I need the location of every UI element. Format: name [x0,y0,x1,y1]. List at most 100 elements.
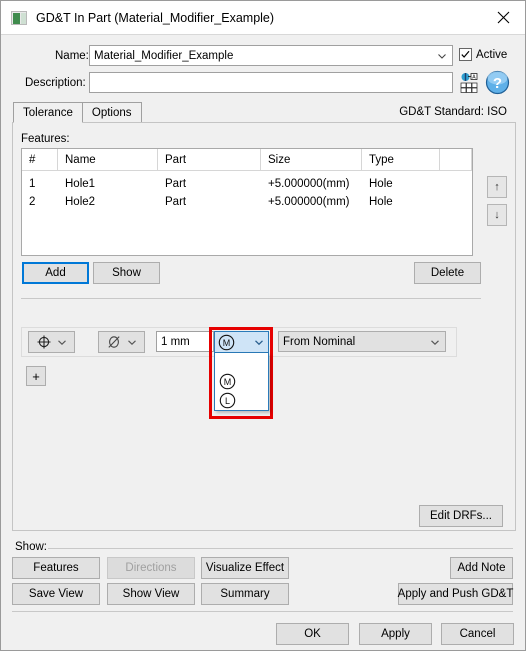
dropdown-option-blank[interactable] [215,353,268,372]
arrow-up-icon: ↑ [494,181,500,193]
cell-part: Part [165,178,187,190]
add-tolerance-row-button[interactable]: + [26,366,46,386]
move-up-button[interactable]: ↑ [487,176,507,198]
summary-button[interactable]: Summary [201,583,289,605]
add-button[interactable]: Add [22,262,89,284]
active-label: Active [476,48,508,61]
add-note-label: Add Note [457,562,506,574]
svg-text:?: ? [493,75,502,92]
col-size: Size [261,148,362,171]
tolerance-value-input[interactable]: 1 mm [156,331,214,352]
checkbox-icon [459,48,472,61]
save-view-label: Save View [28,588,84,600]
chevron-down-icon [58,340,66,345]
circled-m-icon: M [218,334,235,350]
circled-l-icon: L [219,392,236,409]
col-name: Name [58,148,158,171]
cell-name: Hole1 [65,178,96,190]
table-row[interactable]: 1 Hole1 Part +5.000000(mm) Hole [22,175,472,193]
show-directions-label: Directions [125,562,177,574]
description-label: Description: [25,77,86,89]
chevron-down-icon [128,340,136,345]
dropdown-option-mmc[interactable]: M [215,372,268,391]
tolerance-value-text: 1 mm [161,335,190,348]
svg-text:M: M [223,338,231,348]
name-value: Material_Modifier_Example [94,49,234,62]
apply-button[interactable]: Apply [359,623,432,645]
matrix-icon[interactable]: A [459,71,483,94]
cancel-button[interactable]: Cancel [441,623,514,645]
description-input[interactable] [89,72,453,93]
cell-size: +5.000000(mm) [268,196,350,208]
diameter-symbol-button[interactable] [98,331,145,353]
apply-label: Apply [381,628,410,640]
dropdown-option-lmc[interactable]: L [215,391,268,410]
arrow-down-icon: ↓ [494,209,500,221]
circled-m-icon: M [219,373,236,390]
cell-type: Hole [369,196,393,208]
gdt-dialog: GD&T In Part (Material_Modifier_Example)… [0,0,526,651]
material-modifier-dropdown-list[interactable]: M L [214,353,269,411]
chevron-down-icon [255,340,263,346]
tab-strip: Tolerance Options [13,101,142,123]
window-title: GD&T In Part (Material_Modifier_Example) [36,10,275,25]
features-table[interactable]: # Name Part Size Type 1 Hole1 Part +5.00… [21,148,473,256]
visualize-effect-label: Visualize Effect [205,562,285,574]
apply-and-push-gdt-label: Apply and Push GD&T [397,588,514,600]
show-features-label: Features [33,562,79,574]
plus-icon: + [32,368,40,384]
move-down-button[interactable]: ↓ [487,204,507,226]
tab-options[interactable]: Options [81,102,142,123]
geometric-symbol-button[interactable] [28,331,75,353]
chevron-down-icon [438,53,446,59]
edit-drfs-button[interactable]: Edit DRFs... [419,505,503,527]
show-directions-button: Directions [107,557,195,579]
help-icon[interactable]: ? [485,70,510,95]
title-bar: GD&T In Part (Material_Modifier_Example) [1,1,525,35]
show-view-button[interactable]: Show View [107,583,195,605]
show-view-label: Show View [122,588,180,600]
tab-options-label: Options [91,107,132,119]
name-label: Name: [55,50,89,62]
col-type: Type [362,148,440,171]
close-icon[interactable] [481,1,525,34]
show-button[interactable]: Show [93,262,160,284]
ok-button[interactable]: OK [276,623,349,645]
svg-text:M: M [224,377,232,387]
cell-name: Hole2 [65,196,96,208]
add-note-button[interactable]: Add Note [450,557,513,579]
divider [21,298,481,299]
delete-button[interactable]: Delete [414,262,481,284]
cell-size: +5.000000(mm) [268,178,350,190]
tab-tolerance-label: Tolerance [23,106,73,119]
col-extra [440,148,472,171]
app-icon [11,10,27,25]
show-button-label: Show [112,267,141,279]
add-button-label: Add [45,267,66,279]
summary-label: Summary [220,588,270,600]
features-label: Features: [21,133,70,145]
divider [12,611,513,612]
divider [48,548,513,549]
show-features-button[interactable]: Features [12,557,100,579]
table-row[interactable]: 2 Hole2 Part +5.000000(mm) Hole [22,193,472,211]
cell-index: 2 [29,196,36,208]
apply-and-push-gdt-button[interactable]: Apply and Push GD&T [398,583,513,605]
datum-reference-combo[interactable]: From Nominal [278,331,446,352]
material-modifier-combo[interactable]: M [214,331,269,353]
show-group-label: Show: [15,541,51,553]
chevron-down-icon [431,339,439,345]
features-table-header: # Name Part Size Type [22,148,472,171]
delete-button-label: Delete [430,267,465,279]
position-symbol-icon [37,335,51,349]
name-combo[interactable]: Material_Modifier_Example [89,45,453,66]
tab-tolerance[interactable]: Tolerance [13,102,83,123]
gdt-standard-text: GD&T Standard: ISO [399,106,507,118]
svg-text:L: L [225,396,230,406]
active-checkbox[interactable]: Active [459,48,507,61]
diameter-symbol-icon [108,336,120,348]
visualize-effect-button[interactable]: Visualize Effect [201,557,289,579]
cell-type: Hole [369,178,393,190]
save-view-button[interactable]: Save View [12,583,100,605]
cell-index: 1 [29,178,36,190]
